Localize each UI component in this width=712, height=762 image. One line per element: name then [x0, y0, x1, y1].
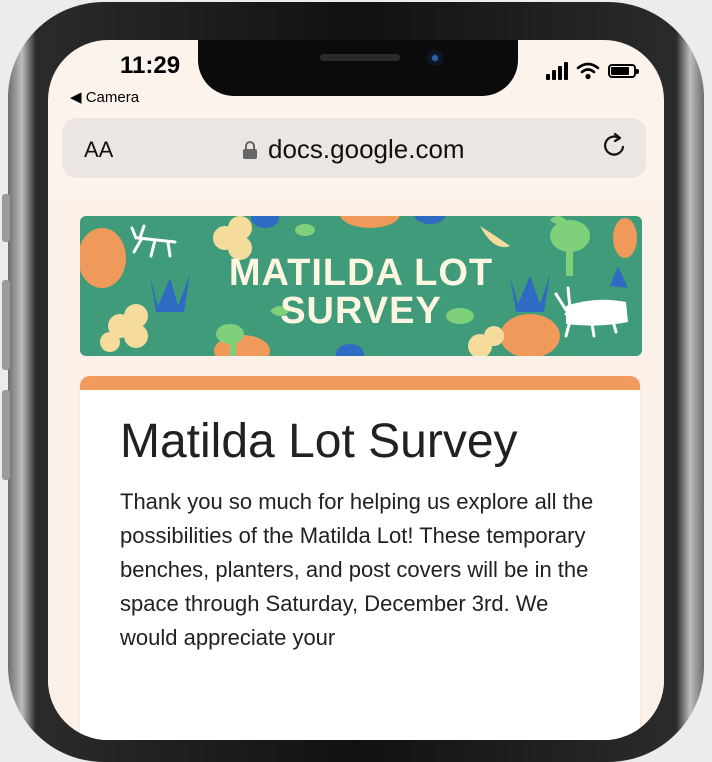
speaker-grille [320, 54, 400, 61]
form-header-card: Matilda Lot Survey Thank you so much for… [80, 376, 640, 740]
mute-switch [2, 194, 10, 242]
url-text: docs.google.com [268, 134, 465, 164]
wifi-icon [576, 62, 600, 80]
volume-up-button [2, 280, 10, 370]
status-time: 11:29 [120, 52, 181, 79]
front-camera [427, 50, 443, 66]
notch [198, 40, 518, 96]
url-display[interactable]: docs.google.com [242, 134, 465, 165]
form-description: Thank you so much for helping us explore… [120, 489, 594, 650]
reload-icon[interactable] [602, 132, 628, 167]
card-accent-stripe [80, 376, 640, 390]
back-to-camera-link[interactable]: ◀ Camera [70, 88, 139, 106]
volume-down-button [2, 390, 10, 480]
form-page: MATILDA LOT SURVEY Matilda Lot Survey Th… [48, 196, 664, 740]
banner-title: MATILDA LOT SURVEY [80, 254, 642, 330]
address-bar[interactable]: AA docs.google.com [62, 118, 646, 178]
status-indicators [546, 62, 639, 80]
signal-icon [546, 62, 568, 80]
battery-icon [608, 64, 639, 78]
form-title: Matilda Lot Survey [120, 415, 518, 468]
banner-title-line1: MATILDA LOT [228, 252, 494, 294]
banner-title-line2: SURVEY [280, 290, 442, 332]
survey-banner: MATILDA LOT SURVEY [80, 216, 642, 356]
lock-icon [243, 140, 257, 159]
phone-screen: 11:29 ◀ Camera AA docs.google.com MATILD… [48, 40, 664, 740]
text-size-button[interactable]: AA [84, 137, 113, 163]
